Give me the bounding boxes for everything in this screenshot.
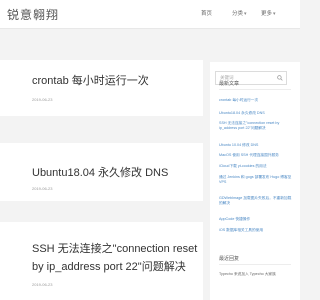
recent-post-link[interactable]: crontab 每小时运行一次 — [219, 98, 293, 103]
divider — [219, 89, 291, 90]
post-title[interactable]: SSH 无法连接之"connection reset — [32, 243, 197, 256]
site-header: 锐意翱翔 首页 分类▾ 更多▾ — [0, 0, 300, 29]
nav-category[interactable]: 分类▾ — [232, 9, 247, 17]
post-title[interactable]: Ubuntu18.04 永久修改 DNS — [32, 167, 168, 180]
nav-category-label: 分类 — [232, 11, 244, 17]
nav-more-label: 更多 — [261, 11, 273, 17]
site-title[interactable]: 锐意翱翔 — [7, 6, 59, 23]
post-title-line2[interactable]: by ip_address port 22"问题解决 — [32, 261, 186, 274]
recent-post-link[interactable]: MacOS 使用 SSH 代理连接国外服务 — [219, 153, 293, 158]
recent-comment-link[interactable]: Typecho 来说加入 Typecho 大家族 — [219, 272, 293, 277]
recent-posts-title: 最新文章 — [219, 81, 240, 87]
nav-home-label: 首页 — [201, 11, 213, 17]
nav-home[interactable]: 首页 — [201, 9, 212, 17]
post-date: 2019-06-23 — [32, 282, 53, 287]
recent-post-link[interactable]: AppCode 快捷操作 — [219, 217, 293, 222]
recent-post-link[interactable]: Ubuntu18.04 永久修改 DNS — [219, 111, 293, 116]
divider — [219, 264, 291, 265]
post-card — [0, 60, 203, 116]
chevron-down-icon: ▾ — [273, 11, 276, 17]
recent-post-link[interactable]: iOS 数据库相关工具的使用 — [219, 228, 293, 233]
recent-post-link[interactable]: GDWebImage 加载图片失败后，不重新加载的解决 — [219, 196, 293, 206]
recent-comments-title: 最近回复 — [219, 256, 240, 262]
search-icon[interactable] — [277, 75, 283, 81]
nav-more[interactable]: 更多▾ — [261, 9, 276, 17]
recent-post-link[interactable]: iCloud下载 yt-cookies 的用法 — [219, 164, 293, 169]
post-title[interactable]: crontab 每小时运行一次 — [32, 75, 149, 88]
recent-post-link[interactable]: Ubuntu 10.04 修改 DNS — [219, 143, 293, 148]
chevron-down-icon: ▾ — [244, 11, 247, 17]
post-date: 2019-06-23 — [32, 186, 53, 191]
recent-post-link[interactable]: SSH 无法连接之"connection reset by ip_address… — [219, 121, 293, 131]
recent-post-link[interactable]: 通过 Jenkins 和 gogs 部署发布 Hugo 博客至 VPS — [219, 175, 293, 185]
post-date: 2019-06-23 — [32, 97, 53, 102]
